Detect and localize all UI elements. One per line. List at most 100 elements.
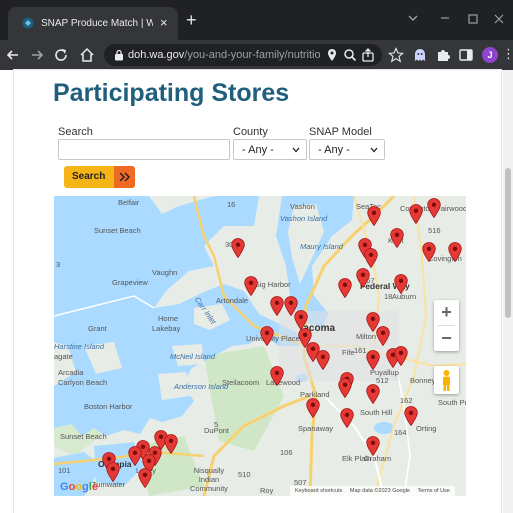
store-marker-icon[interactable] (366, 350, 380, 370)
browser-tab[interactable]: SNAP Produce Match | Washingt × (8, 7, 178, 40)
place-mcneil-island: McNeil Island (170, 352, 216, 361)
place-boston-harbor: Boston Harbor (84, 402, 133, 411)
store-marker-icon[interactable] (338, 278, 352, 298)
store-marker-icon[interactable] (260, 326, 274, 346)
store-marker-icon[interactable] (106, 462, 120, 482)
side-panel-icon[interactable] (458, 47, 474, 63)
store-marker-icon[interactable] (231, 238, 245, 258)
search-button[interactable]: Search (64, 166, 135, 188)
store-marker-icon[interactable] (394, 346, 408, 366)
store-marker-icon[interactable] (376, 326, 390, 346)
extensions-puzzle-icon[interactable] (435, 47, 451, 63)
tab-close-icon[interactable]: × (160, 15, 168, 31)
place-gig-harbor: Gig Harbor (254, 280, 291, 289)
zoom-out-button[interactable]: − (434, 326, 459, 351)
store-marker-icon[interactable] (270, 366, 284, 386)
store-marker-icon[interactable] (366, 436, 380, 456)
store-marker-icon[interactable] (394, 274, 408, 294)
store-marker-icon[interactable] (404, 406, 418, 426)
snap-model-select[interactable]: - Any - (309, 139, 385, 160)
browser-tab-bar: SNAP Produce Match | Washingt × + (0, 0, 513, 40)
minimize-icon[interactable] (440, 15, 450, 21)
store-marker-icon[interactable] (340, 408, 354, 428)
place-fife: Fife (342, 348, 355, 357)
place-sunset-beach-south: Sunset Beach (60, 432, 107, 441)
street-view-pegman-button[interactable] (434, 366, 459, 394)
search-arrow-box (114, 166, 135, 188)
place-grant: Grant (88, 324, 107, 333)
place-home: Home (158, 314, 179, 323)
store-marker-icon[interactable] (338, 378, 352, 398)
bookmark-star-icon[interactable] (388, 47, 404, 63)
place-roy: Roy (260, 486, 274, 495)
store-marker-icon[interactable] (409, 204, 423, 224)
store-marker-icon[interactable] (390, 228, 404, 248)
county-select[interactable]: - Any - (233, 139, 307, 160)
zoom-search-icon[interactable] (342, 47, 358, 63)
place-arcadia: Arcadia (58, 368, 84, 377)
place-carlyon-beach: Carlyon Beach (58, 378, 108, 387)
store-marker-icon[interactable] (448, 242, 462, 262)
map-data-credit: Map data ©2023 Google (349, 488, 410, 494)
store-marker-icon[interactable] (364, 248, 378, 268)
store-marker-icon[interactable] (316, 350, 330, 370)
map-attribution: Keyboard shortcuts Map data ©2023 Google… (290, 486, 455, 496)
extension-ghostery-icon[interactable] (412, 47, 428, 63)
highway-164-label: 164 (394, 428, 407, 437)
highway-3-label: 3 (56, 260, 61, 269)
close-window-icon[interactable] (494, 14, 504, 24)
place-spanaway: Spanaway (298, 424, 334, 433)
lock-icon[interactable] (114, 49, 124, 61)
profile-avatar[interactable]: J (482, 47, 498, 63)
store-marker-icon[interactable] (270, 296, 284, 316)
place-vashon-island: Vashon Island (280, 214, 328, 223)
highway-161-label: 161 (354, 346, 367, 355)
url-text[interactable]: doh.wa.gov/you-and-your-family/nutrition… (128, 47, 320, 63)
store-marker-icon[interactable] (366, 384, 380, 404)
zoom-in-button[interactable]: + (434, 300, 459, 325)
highway-16-label: 16 (227, 200, 236, 209)
page-scrollbar-thumb[interactable] (505, 168, 511, 318)
search-label: Search (58, 126, 93, 138)
maximize-icon[interactable] (468, 14, 478, 24)
store-marker-icon[interactable] (128, 446, 142, 466)
browser-menu-icon[interactable]: ⋮ (502, 46, 513, 62)
back-icon[interactable] (4, 46, 22, 64)
page-content: Participating Stores Search County - Any… (14, 70, 501, 513)
forward-icon[interactable] (28, 46, 46, 64)
new-tab-icon[interactable]: + (186, 11, 197, 29)
place-lakebay: Lakebay (152, 324, 181, 333)
place-agate: agate (54, 352, 73, 361)
terms-link[interactable]: Terms of Use (417, 488, 449, 494)
store-marker-icon[interactable] (164, 434, 178, 454)
store-marker-icon[interactable] (294, 310, 308, 330)
place-artondale: Artondale (216, 296, 249, 305)
place-grapeview: Grapeview (112, 278, 148, 287)
store-map[interactable]: 16 302 3 18 167 516 7 161 162 512 507 5 … (54, 196, 466, 496)
store-marker-icon[interactable] (138, 468, 152, 488)
store-marker-icon[interactable] (367, 206, 381, 226)
page-title: Participating Stores (53, 79, 290, 107)
store-marker-icon[interactable] (427, 198, 441, 218)
store-marker-icon[interactable] (244, 276, 258, 296)
address-bar[interactable]: doh.wa.gov/you-and-your-family/nutrition… (104, 44, 382, 66)
place-steilacoom: Steilacoom (222, 378, 260, 387)
search-input[interactable] (58, 139, 230, 160)
tab-search-icon[interactable] (408, 14, 418, 22)
site-favicon-icon (22, 17, 34, 29)
share-icon[interactable] (360, 47, 376, 63)
keyboard-shortcuts-link[interactable]: Keyboard shortcuts (295, 488, 342, 494)
reload-icon[interactable] (52, 46, 70, 64)
zoom-control: + − (434, 300, 459, 351)
store-marker-icon[interactable] (356, 268, 370, 288)
double-chevron-right-icon (119, 172, 130, 182)
search-button-label: Search (72, 171, 106, 182)
store-marker-icon[interactable] (422, 242, 436, 262)
chevron-down-icon (370, 147, 378, 153)
home-icon[interactable] (78, 46, 96, 64)
location-pin-icon[interactable] (324, 47, 340, 63)
browser-toolbar: doh.wa.gov/you-and-your-family/nutrition… (0, 40, 513, 70)
place-vaughn: Vaughn (152, 268, 178, 277)
store-marker-icon[interactable] (306, 398, 320, 418)
county-selected-value: - Any - (242, 144, 274, 156)
